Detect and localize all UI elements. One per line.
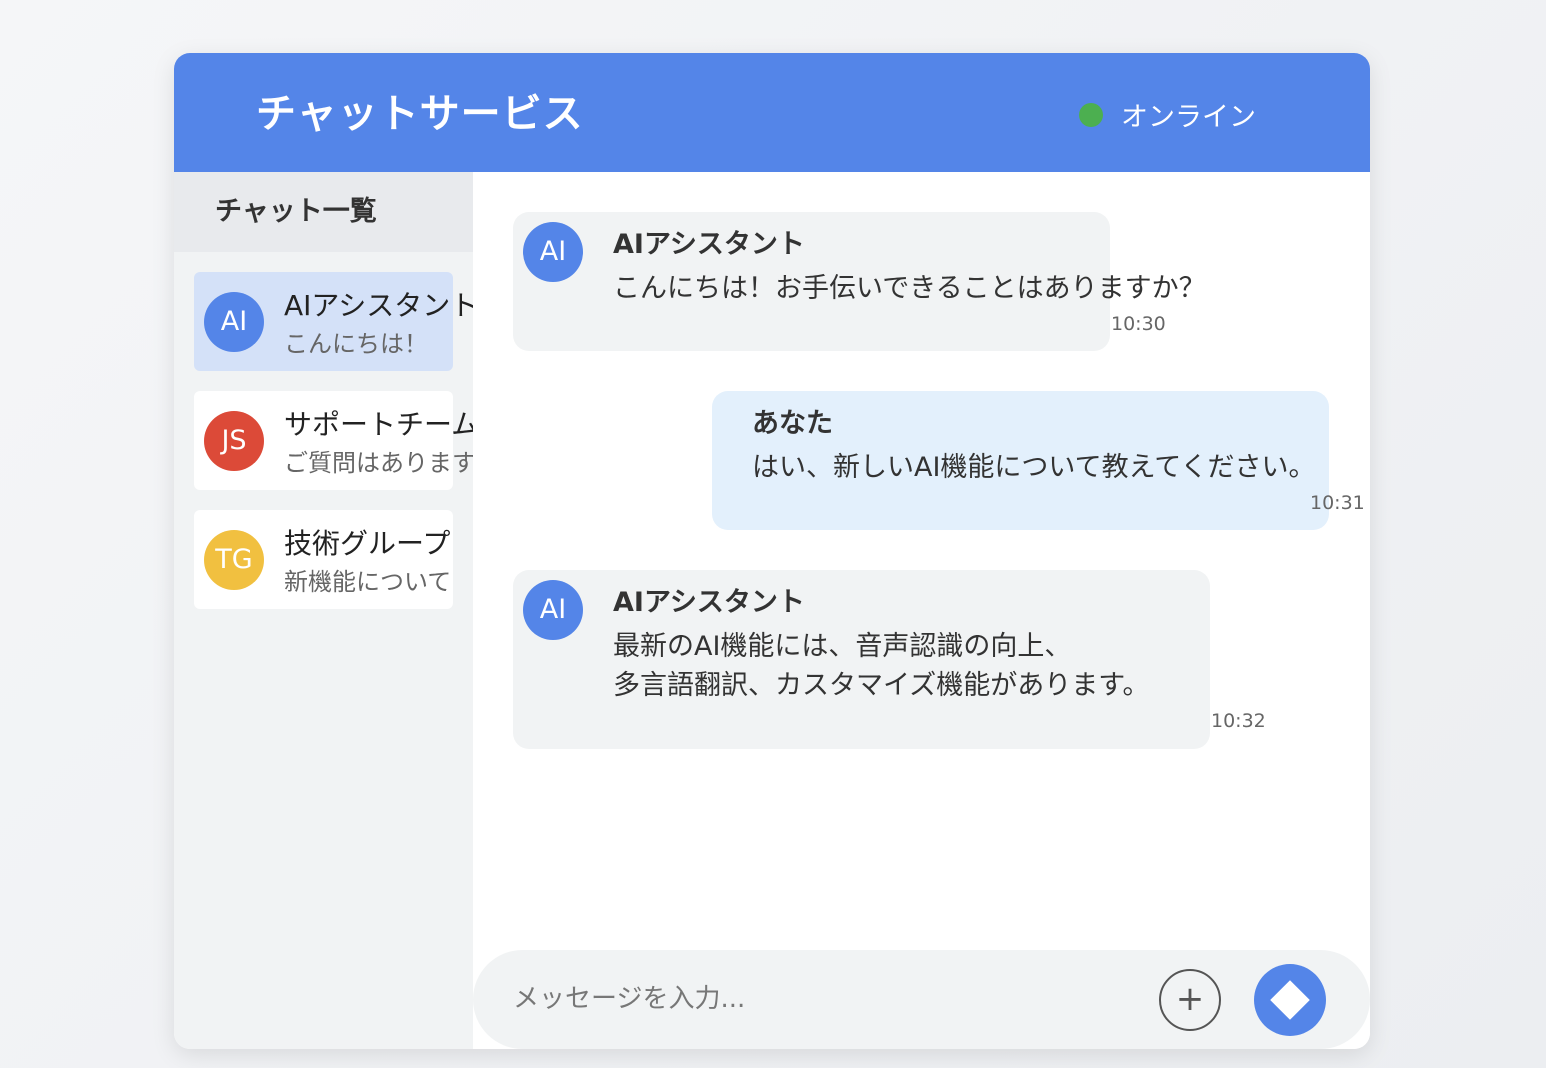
chat-window: チャットサービス オンライン チャット一覧 AI AIアシスタント こんにちは！…: [174, 53, 1370, 1049]
message-bubble: AI AIアシスタント こんにちは！お手伝いできることはありますか？ 10:30: [513, 212, 1206, 351]
app-header: チャットサービス オンライン: [174, 53, 1370, 172]
message-sender: AIアシスタント: [613, 587, 805, 618]
message-sender: AIアシスタント: [613, 229, 805, 260]
message-area: AI AIアシスタント こんにちは！お手伝いできることはありますか？ 10:30…: [473, 172, 1370, 1049]
add-attachment-button[interactable]: +: [1159, 969, 1221, 1031]
message-text-line: 最新のAI機能には、音声認識の向上、: [613, 631, 1072, 662]
message-text-line: 多言語翻訳、カスタマイズ機能があります。: [613, 670, 1150, 701]
status-text: オンライン: [1121, 102, 1256, 133]
send-icon: [1270, 980, 1310, 1020]
chat-item-preview: ご質問はあります: [284, 449, 473, 477]
avatar: TG: [204, 530, 264, 590]
chat-list-sidebar: チャット一覧 AI AIアシスタント こんにちは！ JS サポートチーム ご質問…: [174, 172, 473, 1049]
chat-item-preview: こんにちは！: [284, 330, 428, 358]
message-sender: あなた: [752, 408, 833, 439]
message-time: 10:32: [1211, 710, 1266, 732]
chat-item-ai-assistant[interactable]: AI AIアシスタント こんにちは！: [194, 272, 473, 371]
message-text: こんにちは！お手伝いできることはありますか？: [613, 273, 1206, 304]
online-dot-icon: [1079, 102, 1103, 127]
message-time: 10:31: [1310, 492, 1365, 514]
avatar: AI: [523, 222, 583, 282]
send-button[interactable]: [1254, 964, 1326, 1036]
sidebar-title: チャット一覧: [174, 172, 473, 252]
message-input[interactable]: [513, 974, 1113, 1024]
avatar: AI: [204, 292, 264, 352]
chat-item-name: 技術グループ: [284, 527, 451, 560]
message-time: 10:30: [1111, 313, 1166, 335]
plus-icon: +: [1175, 979, 1205, 1019]
app-title: チャットサービス: [256, 91, 584, 137]
message-bubble-own: あなた はい、新しいAI機能について教えてください。 10:31: [712, 391, 1365, 530]
chat-item-name: サポートチーム: [284, 408, 473, 441]
avatar: AI: [523, 580, 583, 640]
message-bubble: AI AIアシスタント 最新のAI機能には、音声認識の向上、 多言語翻訳、カスタ…: [513, 570, 1266, 749]
chat-item-tech-group[interactable]: TG 技術グループ 新機能について: [194, 510, 453, 609]
chat-item-support-team[interactable]: JS サポートチーム ご質問はあります: [194, 391, 473, 490]
message-composer: +: [473, 950, 1370, 1049]
message-text: はい、新しいAI機能について教えてください。: [752, 452, 1316, 483]
status-indicator: オンライン: [1079, 95, 1256, 134]
chat-item-name: AIアシスタント: [284, 289, 473, 322]
chat-item-preview: 新機能について: [284, 568, 452, 596]
avatar: JS: [204, 411, 264, 471]
